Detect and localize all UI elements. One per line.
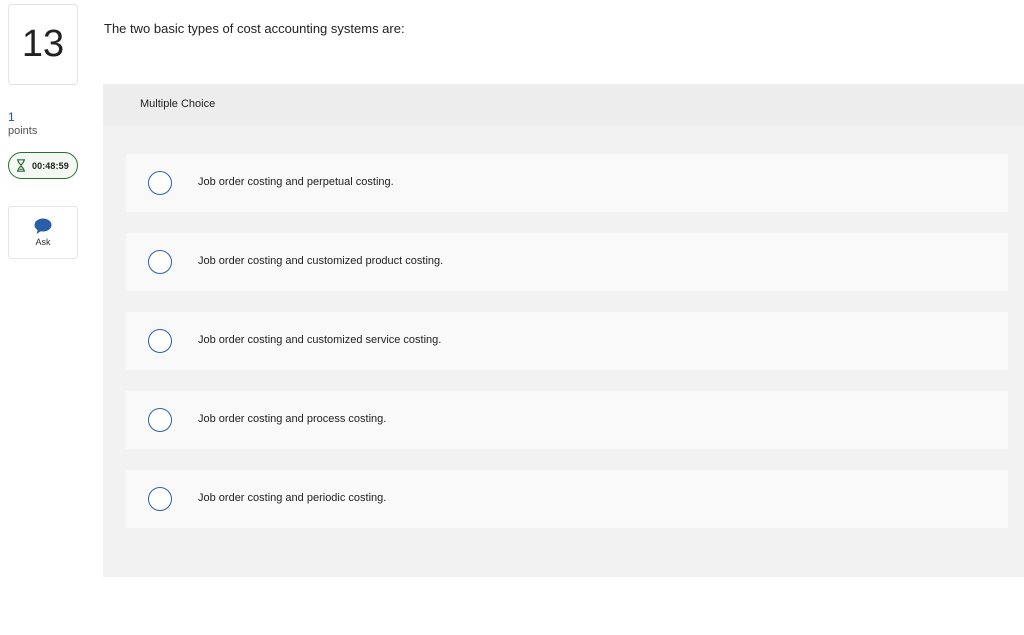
answer-option-label: Job order costing and customized service…: [198, 334, 442, 346]
answer-option-label: Job order costing and periodic costing.: [198, 492, 387, 504]
timer-text: 00:48:59: [32, 160, 69, 171]
ask-button[interactable]: Ask: [8, 206, 78, 259]
answer-option-label: Job order costing and perpetual costing.: [198, 176, 394, 188]
answer-panel: Multiple Choice Job order costing and pe…: [103, 84, 1024, 577]
answer-option-label: Job order costing and customized product…: [198, 255, 444, 267]
points-label: points: [8, 125, 38, 137]
answer-option[interactable]: Job order costing and customized product…: [126, 233, 1008, 291]
radio-button[interactable]: [148, 487, 172, 511]
answer-option[interactable]: Job order costing and process costing.: [126, 391, 1008, 449]
radio-button[interactable]: [148, 408, 172, 432]
ask-label: Ask: [35, 237, 51, 247]
answer-option[interactable]: Job order costing and customized service…: [126, 312, 1008, 370]
panel-header: Multiple Choice: [103, 84, 1024, 126]
radio-button[interactable]: [148, 171, 172, 195]
points-value: 1: [8, 110, 15, 124]
answer-option-label: Job order costing and process costing.: [198, 413, 387, 425]
radio-button[interactable]: [148, 250, 172, 274]
answer-option[interactable]: Job order costing and periodic costing.: [126, 470, 1008, 528]
hourglass-icon: [17, 159, 25, 172]
speech-bubble-icon: [34, 218, 52, 234]
question-number: 13: [8, 4, 78, 85]
timer-badge[interactable]: 00:48:59: [8, 152, 78, 179]
question-type-label: Multiple Choice: [140, 98, 216, 110]
question-prompt: The two basic types of cost accounting s…: [104, 21, 405, 36]
radio-button[interactable]: [148, 329, 172, 353]
answer-option[interactable]: Job order costing and perpetual costing.: [126, 154, 1008, 212]
question-page: 13 1 points 00:48:59 Ask The two basic t…: [0, 0, 1024, 635]
